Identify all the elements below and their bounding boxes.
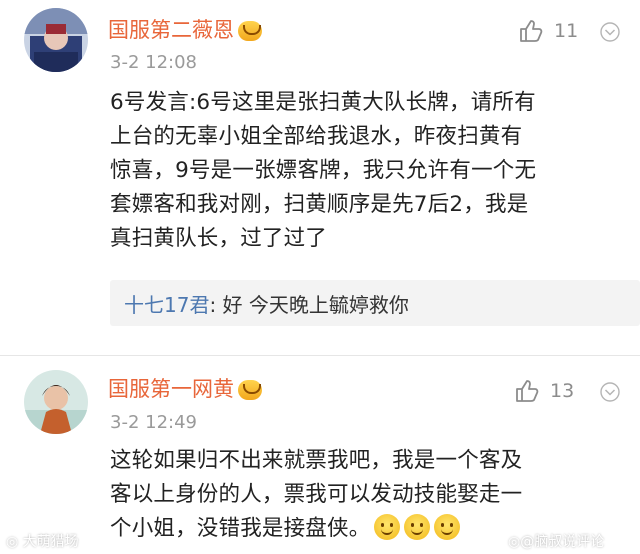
timestamp: 3-2 12:49 <box>110 412 197 433</box>
avatar[interactable] <box>24 370 88 434</box>
reply-username[interactable]: 十七17君 <box>124 289 209 318</box>
weibo-logo-icon: ◎ <box>6 534 19 550</box>
username[interactable]: 国服第一网黄 <box>108 373 262 403</box>
watermark-left: ◎ 大萌猎场 <box>6 531 79 551</box>
username-text[interactable]: 国服第一网黄 <box>108 377 234 401</box>
thumbs-up-icon <box>520 20 543 42</box>
like-button[interactable]: 11 <box>518 18 578 44</box>
watermark-right: ◎@脑叔说评论 <box>508 531 604 551</box>
comment-line: 上台的无辜小姐全部给我退水，昨夜扫黄有 <box>110 124 523 149</box>
comment-line: 这轮如果归不出来就票我吧，我是一个客及 <box>110 448 523 473</box>
comment-line: 真扫黄队长，过了过了 <box>110 226 328 251</box>
comment-text: 这轮如果归不出来就票我吧，我是一个客及 客以上身份的人，票我可以发动技能娶走一 … <box>110 444 522 546</box>
comment-line: 6号发言:6号这里是张扫黄大队长牌，请所有 <box>110 90 536 115</box>
smiley-icon <box>434 514 461 540</box>
comment-line: 惊喜，9号是一张嫖客牌，我只允许有一个无 <box>110 158 537 183</box>
chevron-down-icon[interactable] <box>600 22 620 42</box>
chevron-down-icon[interactable] <box>600 382 620 402</box>
comment-line: 客以上身份的人，票我可以发动技能娶走一 <box>110 482 523 507</box>
comment-2: 国服第一网黄 3-2 12:49 13 这轮如果归不出来就票我吧，我是一个客及 … <box>0 356 640 554</box>
username-text[interactable]: 国服第二薇恩 <box>108 18 234 42</box>
vip-crown-icon <box>238 380 262 400</box>
reply-box[interactable]: 十七17君 : 好 今天晚上毓婷救你 <box>110 280 640 326</box>
watermark-right-text: @脑叔说评论 <box>520 534 605 550</box>
vip-crown-icon <box>238 21 262 41</box>
avatar[interactable] <box>24 8 88 72</box>
comment-line: 个小姐，没错我是接盘侠。 <box>110 516 371 541</box>
comment-line: 套嫖客和我对刚，扫黄顺序是先7后2，我是 <box>110 192 529 217</box>
thumbs-up-icon <box>516 380 539 402</box>
watermark-left-text: 大萌猎场 <box>22 534 79 550</box>
like-button[interactable]: 13 <box>514 378 574 404</box>
smiley-icon <box>404 514 431 540</box>
comment-line-with-emoji: 个小姐，没错我是接盘侠。 <box>110 512 522 546</box>
comment-1: 国服第二薇恩 3-2 12:08 11 6号发言:6号这里是张扫黄大队长牌，请所… <box>0 0 640 355</box>
weibo-logo-icon: ◎ <box>508 534 521 550</box>
username[interactable]: 国服第二薇恩 <box>108 14 262 44</box>
smiley-icon <box>374 514 401 540</box>
timestamp: 3-2 12:08 <box>110 52 197 73</box>
like-count: 11 <box>554 20 579 42</box>
comment-text: 6号发言:6号这里是张扫黄大队长牌，请所有 上台的无辜小姐全部给我退水，昨夜扫黄… <box>110 86 536 256</box>
reply-text: : 好 今天晚上毓婷救你 <box>209 292 409 317</box>
like-count: 13 <box>550 380 575 402</box>
